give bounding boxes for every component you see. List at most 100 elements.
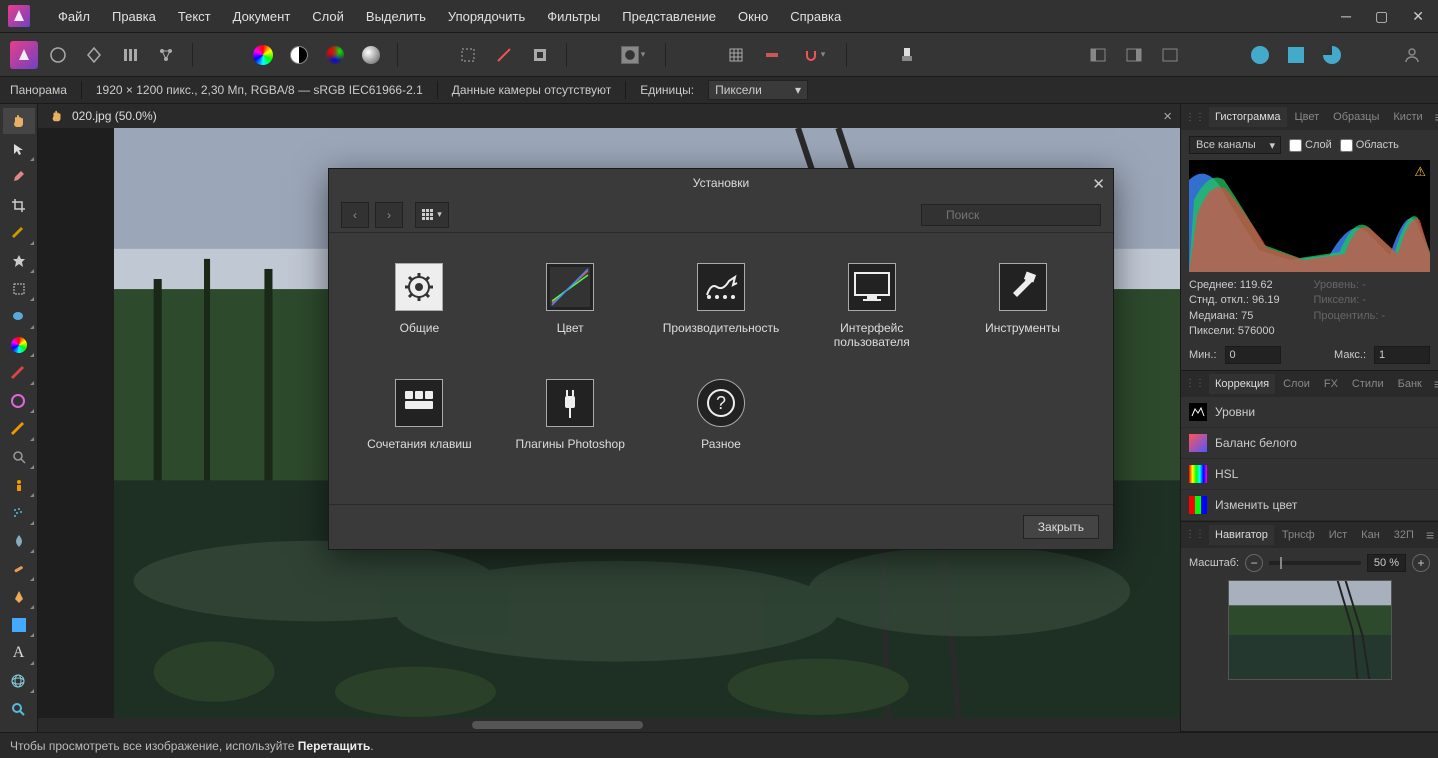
- gradient-tool[interactable]: [3, 332, 35, 358]
- patch-tool[interactable]: [3, 556, 35, 582]
- contrast-icon[interactable]: [283, 39, 315, 71]
- color-wheel-icon[interactable]: [247, 39, 279, 71]
- studio-left-icon[interactable]: [1082, 39, 1114, 71]
- account-icon[interactable]: [1396, 39, 1428, 71]
- studio-right-icon[interactable]: [1118, 39, 1150, 71]
- studio-hide-icon[interactable]: [1154, 39, 1186, 71]
- rgb-icon[interactable]: [319, 39, 351, 71]
- pref-misc[interactable]: ? Разное: [651, 369, 792, 461]
- close-dialog-button[interactable]: Закрыть: [1023, 515, 1099, 539]
- persona-export-icon[interactable]: [150, 39, 182, 71]
- menu-text[interactable]: Текст: [168, 5, 221, 28]
- menu-filters[interactable]: Фильтры: [537, 5, 610, 28]
- minimize-button[interactable]: ─: [1335, 6, 1357, 27]
- scrollbar-thumb[interactable]: [472, 721, 643, 729]
- text-tool[interactable]: A: [3, 640, 35, 666]
- tab-color[interactable]: Цвет: [1289, 107, 1326, 127]
- menu-edit[interactable]: Правка: [102, 5, 166, 28]
- zoom-value[interactable]: 50 %: [1367, 554, 1406, 572]
- tab-swatches[interactable]: Образцы: [1327, 107, 1385, 127]
- crop-tool[interactable]: [3, 192, 35, 218]
- pref-performance[interactable]: Производительность: [651, 253, 792, 359]
- persona-photo-icon[interactable]: [10, 41, 38, 69]
- document-tab[interactable]: 020.jpg (50.0%): [38, 106, 169, 126]
- panel-menu-icon[interactable]: ≡: [1431, 107, 1438, 127]
- selection-all-icon[interactable]: [452, 39, 484, 71]
- zoom-out-button[interactable]: −: [1245, 554, 1263, 572]
- menu-view[interactable]: Представление: [612, 5, 726, 28]
- sphere-icon[interactable]: [355, 39, 387, 71]
- layer-circle1-icon[interactable]: [1244, 39, 1276, 71]
- warning-icon[interactable]: ⚠: [1414, 164, 1426, 180]
- dialog-titlebar[interactable]: Установки ✕: [329, 169, 1113, 197]
- tab-adjustments[interactable]: Коррекция: [1209, 374, 1275, 394]
- units-select[interactable]: Пиксели▾: [708, 80, 808, 100]
- layer-square-icon[interactable]: [1280, 39, 1312, 71]
- adjust-recolor[interactable]: Изменить цвет: [1181, 490, 1438, 521]
- clone-tool[interactable]: [3, 416, 35, 442]
- menu-layer[interactable]: Слой: [302, 5, 354, 28]
- menu-window[interactable]: Окно: [728, 5, 778, 28]
- hand-tool[interactable]: [3, 108, 35, 134]
- flood-tool[interactable]: [3, 304, 35, 330]
- brush-tool[interactable]: [3, 360, 35, 386]
- liquify-tool[interactable]: [3, 472, 35, 498]
- pref-general[interactable]: Общие: [349, 253, 490, 359]
- tab-32bit[interactable]: 32П: [1388, 525, 1420, 545]
- tab-history[interactable]: Ист: [1323, 525, 1353, 545]
- close-button[interactable]: ✕: [1406, 6, 1430, 27]
- max-input[interactable]: [1374, 346, 1430, 364]
- selection-none-icon[interactable]: [488, 39, 520, 71]
- panel-grip-icon[interactable]: ⋮⋮: [1185, 112, 1207, 123]
- adjust-levels[interactable]: Уровни: [1181, 397, 1438, 428]
- pref-tools[interactable]: Инструменты: [952, 253, 1093, 359]
- tab-transform[interactable]: Трнсф: [1276, 525, 1321, 545]
- navigator-thumbnail[interactable]: [1228, 580, 1392, 680]
- eyedropper-tool[interactable]: [3, 164, 35, 190]
- dialog-close-button[interactable]: ✕: [1092, 175, 1105, 193]
- pen-tool[interactable]: [3, 584, 35, 610]
- persona-tone-icon[interactable]: [114, 39, 146, 71]
- assistant-icon[interactable]: [891, 39, 923, 71]
- spray-tool[interactable]: [3, 500, 35, 526]
- panel-grip-icon[interactable]: ⋮⋮: [1185, 378, 1207, 389]
- pref-shortcuts[interactable]: Сочетания клавиш: [349, 369, 490, 461]
- horizontal-scrollbar[interactable]: [38, 718, 1180, 732]
- zoom-in-button[interactable]: +: [1412, 554, 1430, 572]
- selection-invert-icon[interactable]: [524, 39, 556, 71]
- region-checkbox[interactable]: Область: [1340, 139, 1399, 152]
- move-tool[interactable]: [3, 136, 35, 162]
- zoom-slider[interactable]: [1269, 561, 1361, 565]
- menu-file[interactable]: Файл: [48, 5, 100, 28]
- snap-icon[interactable]: ▾: [792, 39, 836, 71]
- adjust-white-balance[interactable]: Баланс белого: [1181, 428, 1438, 459]
- pref-ui[interactable]: Интерфейс пользователя: [801, 253, 942, 359]
- pref-color[interactable]: Цвет: [500, 253, 641, 359]
- zoom-tool[interactable]: [3, 696, 35, 722]
- grid-icon[interactable]: [720, 39, 752, 71]
- min-input[interactable]: [1225, 346, 1281, 364]
- heal-tool[interactable]: [3, 388, 35, 414]
- tab-stock[interactable]: Банк: [1392, 374, 1428, 394]
- persona-develop-icon[interactable]: [78, 39, 110, 71]
- panel-menu-icon[interactable]: ≡: [1430, 374, 1438, 394]
- persona-liquify-icon[interactable]: [42, 39, 74, 71]
- nav-forward-button[interactable]: ›: [375, 202, 403, 228]
- layer-checkbox[interactable]: Слой: [1289, 139, 1332, 152]
- tab-layers[interactable]: Слои: [1277, 374, 1316, 394]
- tab-channels[interactable]: Кан: [1355, 525, 1386, 545]
- marquee-tool[interactable]: [3, 276, 35, 302]
- tab-fx[interactable]: FX: [1318, 374, 1344, 394]
- smudge-tool[interactable]: [3, 528, 35, 554]
- tab-histogram[interactable]: Гистограмма: [1209, 107, 1287, 127]
- maximize-button[interactable]: ▢: [1369, 6, 1394, 27]
- mesh-tool[interactable]: [3, 668, 35, 694]
- paint-tool[interactable]: [3, 220, 35, 246]
- menu-document[interactable]: Документ: [223, 5, 301, 28]
- zoom-blur-tool[interactable]: [3, 444, 35, 470]
- pref-plugins[interactable]: Плагины Photoshop: [500, 369, 641, 461]
- adjust-hsl[interactable]: HSL: [1181, 459, 1438, 490]
- panel-menu-icon[interactable]: ≡: [1422, 525, 1438, 545]
- tab-styles[interactable]: Стили: [1346, 374, 1390, 394]
- menu-select[interactable]: Выделить: [356, 5, 436, 28]
